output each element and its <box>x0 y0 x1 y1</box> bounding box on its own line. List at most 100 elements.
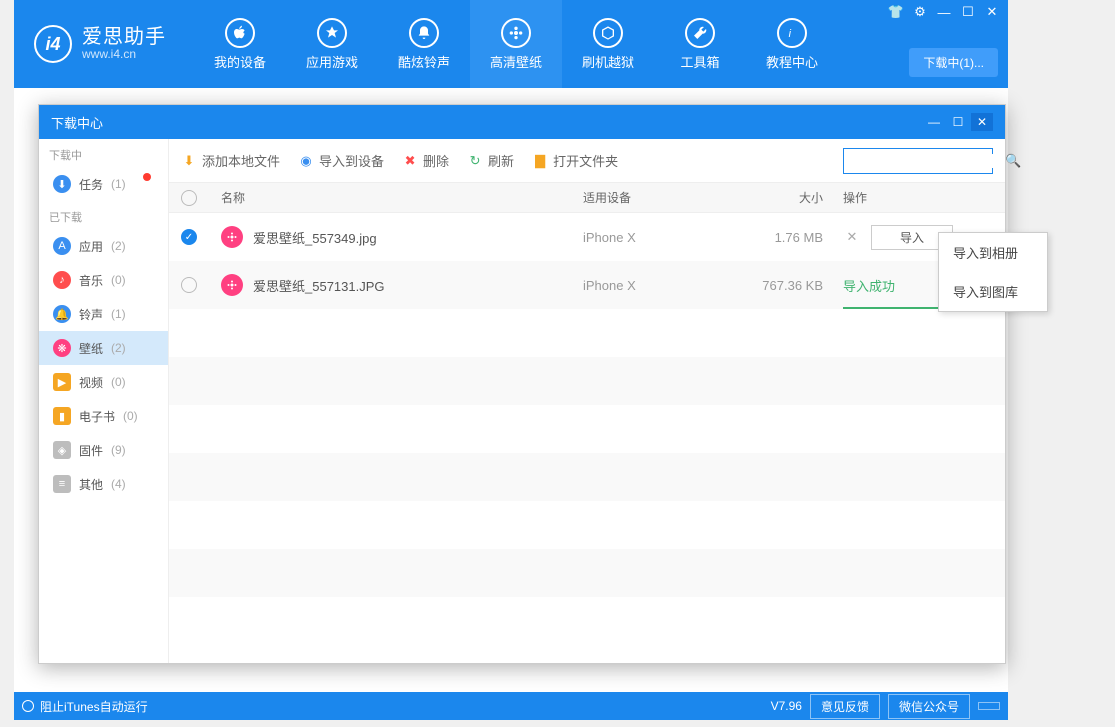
shirt-icon[interactable]: 👕 <box>888 4 904 20</box>
table-rows: ✓ 爱思壁纸_557349.jpg iPhone X 1.76 MB ✕ 导入 <box>169 213 1005 663</box>
nav-label: 应用游戏 <box>306 52 358 71</box>
sb-item-label: 电子书 <box>79 408 115 425</box>
sb-item-label: 铃声 <box>79 306 103 323</box>
sb-section-downloaded: 已下载 <box>39 201 168 229</box>
dl-title-bar[interactable]: 下载中心 — ☐ ✕ <box>39 105 1005 139</box>
row-name-cell: 爱思壁纸_557131.JPG <box>221 274 583 296</box>
nav-wallpapers[interactable]: 高清壁纸 <box>470 0 562 88</box>
nav-ringtones[interactable]: 酷炫铃声 <box>378 0 470 88</box>
sidebar-item-other[interactable]: ≡ 其他 (4) <box>39 467 168 501</box>
app-logo[interactable]: i4 爱思助手 www.i4.cn <box>34 25 166 63</box>
delete-button[interactable]: ✖ 删除 <box>402 151 449 170</box>
logo-text: 爱思助手 www.i4.cn <box>82 26 166 61</box>
import-context-menu: 导入到相册 导入到图库 <box>938 232 1048 312</box>
dl-maximize-icon[interactable]: ☐ <box>947 113 969 131</box>
dl-close-icon[interactable]: ✕ <box>971 113 993 131</box>
table-row[interactable]: ✓ 爱思壁纸_557349.jpg iPhone X 1.76 MB ✕ 导入 <box>169 213 1005 261</box>
search-icon[interactable]: 🔍 <box>1005 153 1021 169</box>
table-row-empty <box>169 549 1005 597</box>
table-row-empty <box>169 357 1005 405</box>
search-box[interactable]: 🔍 <box>843 148 993 174</box>
refresh-button[interactable]: ↻ 刷新 <box>467 151 514 170</box>
sb-item-count: (0) <box>111 375 126 389</box>
search-input[interactable] <box>850 154 1005 168</box>
tool-label: 删除 <box>423 151 449 170</box>
import-device-button[interactable]: ◉ 导入到设备 <box>298 151 384 170</box>
nav-apps[interactable]: 应用游戏 <box>286 0 378 88</box>
nav-jailbreak[interactable]: 刷机越狱 <box>562 0 654 88</box>
sb-item-count: (2) <box>111 341 126 355</box>
downloading-button[interactable]: 下载中(1)... <box>909 48 998 77</box>
row-delete-button[interactable]: ✕ <box>843 229 861 245</box>
app-icon: A <box>53 237 71 255</box>
sb-item-count: (1) <box>111 307 126 321</box>
col-device[interactable]: 适用设备 <box>583 189 733 206</box>
itunes-block-label: 阻止iTunes自动运行 <box>40 698 148 715</box>
dl-window-controls: — ☐ ✕ <box>923 113 993 131</box>
checkbox-icon[interactable] <box>181 277 197 293</box>
row-device: iPhone X <box>583 230 733 245</box>
col-name[interactable]: 名称 <box>221 189 583 206</box>
flower-icon <box>501 18 531 48</box>
apple-icon <box>225 18 255 48</box>
info-icon: i <box>777 18 807 48</box>
sb-item-count: (9) <box>111 443 126 457</box>
sidebar-item-tasks[interactable]: ⬇ 任务 (1) <box>39 167 168 201</box>
sidebar-item-firmware[interactable]: ◈ 固件 (9) <box>39 433 168 467</box>
wechat-button[interactable]: 微信公众号 <box>888 694 970 719</box>
wallpaper-file-icon <box>221 274 243 296</box>
music-icon: ♪ <box>53 271 71 289</box>
nav-my-device[interactable]: 我的设备 <box>194 0 286 88</box>
row-checkbox-cell[interactable] <box>181 277 221 293</box>
book-icon: ▮ <box>53 407 71 425</box>
nav-tutorials[interactable]: i 教程中心 <box>746 0 838 88</box>
row-checkbox-cell[interactable]: ✓ <box>181 229 221 245</box>
sidebar-item-music[interactable]: ♪ 音乐 (0) <box>39 263 168 297</box>
video-icon: ▶ <box>53 373 71 391</box>
sidebar-item-apps[interactable]: A 应用 (2) <box>39 229 168 263</box>
table-row-empty <box>169 309 1005 357</box>
nav-toolbox[interactable]: 工具箱 <box>654 0 746 88</box>
sb-item-label: 壁纸 <box>79 340 103 357</box>
nav-label: 酷炫铃声 <box>398 52 450 71</box>
close-icon[interactable]: ✕ <box>984 4 1000 20</box>
col-op[interactable]: 操作 <box>843 189 993 206</box>
sidebar-item-ebook[interactable]: ▮ 电子书 (0) <box>39 399 168 433</box>
sb-item-count: (0) <box>111 273 126 287</box>
col-check[interactable] <box>181 190 221 206</box>
ctx-import-gallery[interactable]: 导入到图库 <box>939 272 1047 311</box>
sb-item-count: (2) <box>111 239 126 253</box>
open-folder-button[interactable]: ▇ 打开文件夹 <box>532 151 618 170</box>
bell-icon: 🔔 <box>53 305 71 323</box>
ctx-import-album[interactable]: 导入到相册 <box>939 233 1047 272</box>
top-nav-bar: i4 爱思助手 www.i4.cn 我的设备 应用游戏 酷炫铃声 高清壁纸 <box>14 0 1008 88</box>
logo-icon: i4 <box>34 25 72 63</box>
status-bar: 阻止iTunes自动运行 V7.96 意见反馈 微信公众号 <box>14 692 1008 720</box>
sb-item-label: 任务 <box>79 176 103 193</box>
app-url: www.i4.cn <box>82 48 166 61</box>
file-icon: ≡ <box>53 475 71 493</box>
sb-item-count: (4) <box>111 477 126 491</box>
table-row-empty <box>169 453 1005 501</box>
status-right: V7.96 意见反馈 微信公众号 <box>771 694 1000 719</box>
minimize-icon[interactable]: — <box>936 4 952 20</box>
add-local-button[interactable]: ⬇ 添加本地文件 <box>181 151 280 170</box>
tool-label: 导入到设备 <box>319 151 384 170</box>
sidebar-item-wallpaper[interactable]: ❋ 壁纸 (2) <box>39 331 168 365</box>
sidebar-item-ringtone[interactable]: 🔔 铃声 (1) <box>39 297 168 331</box>
feedback-button[interactable]: 意见反馈 <box>810 694 880 719</box>
col-size[interactable]: 大小 <box>733 189 843 206</box>
sidebar-item-video[interactable]: ▶ 视频 (0) <box>39 365 168 399</box>
dl-minimize-icon[interactable]: — <box>923 113 945 131</box>
gear-icon[interactable]: ⚙ <box>912 4 928 20</box>
table-row-empty <box>169 597 1005 645</box>
table-row[interactable]: 爱思壁纸_557131.JPG iPhone X 767.36 KB 导入成功 <box>169 261 1005 309</box>
status-left[interactable]: 阻止iTunes自动运行 <box>22 698 148 715</box>
checkbox-checked-icon[interactable]: ✓ <box>181 229 197 245</box>
update-button[interactable] <box>978 702 1000 710</box>
tool-label: 打开文件夹 <box>553 151 618 170</box>
select-all-checkbox[interactable] <box>181 190 197 206</box>
delete-icon: ✖ <box>402 153 418 169</box>
maximize-icon[interactable]: ☐ <box>960 4 976 20</box>
import-icon: ◉ <box>298 153 314 169</box>
